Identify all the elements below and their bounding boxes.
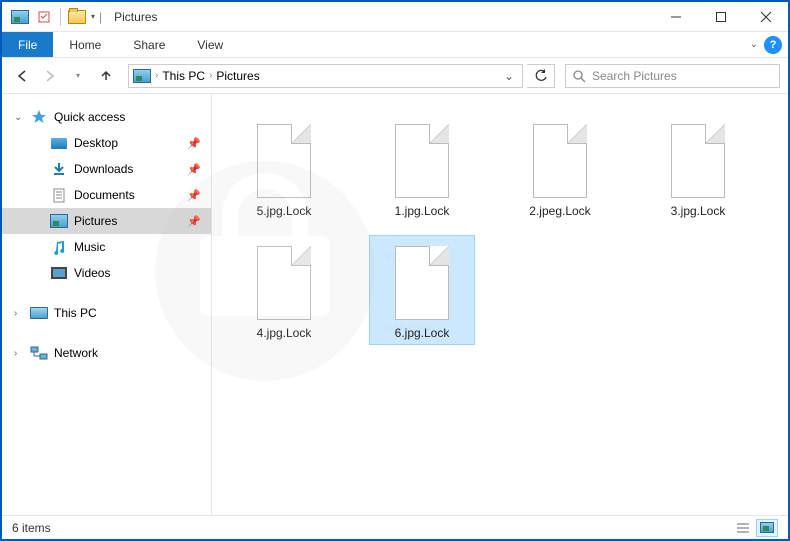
sidebar-item-label: Music [74,240,105,254]
sidebar-item-pictures[interactable]: Pictures 📌 [2,208,211,234]
file-icon [387,240,457,320]
address-dropdown-icon[interactable]: ⌄ [500,69,518,83]
search-icon [572,69,586,83]
pin-icon: 📌 [187,163,201,176]
quick-access-toolbar: ▾ [2,2,95,31]
file-name: 1.jpg.Lock [395,204,450,218]
breadcrumb-this-pc[interactable]: This PC [162,69,205,83]
up-button[interactable] [94,64,118,88]
tab-share[interactable]: Share [117,32,181,57]
address-bar[interactable]: › This PC › Pictures ⌄ [128,64,523,88]
file-name: 2.jpeg.Lock [529,204,590,218]
chevron-down-icon[interactable]: ⌄ [14,112,22,123]
minimize-button[interactable] [653,2,698,31]
sidebar-item-music[interactable]: Music [2,234,211,260]
pictures-icon [50,213,68,229]
file-item[interactable]: 5.jpg.Lock [232,114,336,222]
sidebar-item-label: Quick access [54,110,125,124]
titlebar: ▾ | Pictures [2,2,788,32]
ribbon-expand-icon[interactable]: ⌄ [750,39,758,50]
pin-icon: 📌 [187,137,201,150]
music-icon [50,239,68,255]
chevron-right-icon[interactable]: › [14,308,17,319]
search-placeholder: Search Pictures [592,69,677,83]
sidebar-this-pc[interactable]: › This PC [2,300,211,326]
chevron-right-icon[interactable]: › [209,70,212,81]
item-count: 6 items [12,521,51,535]
maximize-button[interactable] [698,2,743,31]
file-name: 3.jpg.Lock [671,204,726,218]
file-icon [249,118,319,198]
file-item[interactable]: 3.jpg.Lock [646,114,750,222]
star-icon [30,109,48,125]
explorer-window: PC risk.com ▾ | Pictures File Home Share [2,2,788,539]
qat-customize-icon[interactable]: ▾ [91,12,95,21]
sidebar-item-videos[interactable]: Videos [2,260,211,286]
desktop-icon [50,135,68,151]
window-controls [653,2,788,31]
file-icon [525,118,595,198]
sidebar-quick-access[interactable]: ⌄ Quick access [2,104,211,130]
chevron-right-icon[interactable]: › [14,348,17,359]
pin-icon: 📌 [187,215,201,228]
chevron-right-icon[interactable]: › [155,70,158,81]
network-icon [30,345,48,361]
close-button[interactable] [743,2,788,31]
file-list[interactable]: 5.jpg.Lock 1.jpg.Lock 2.jpeg.Lock 3.jpg.… [212,94,788,515]
downloads-icon [50,161,68,177]
sidebar-item-label: Pictures [74,214,117,228]
navigation-pane: ⌄ Quick access Desktop 📌 Downloads 📌 Doc [2,94,212,515]
file-name: 4.jpg.Lock [257,326,312,340]
title-separator: | [99,10,102,24]
file-item[interactable]: 1.jpg.Lock [370,114,474,222]
navigation-bar: ▾ › This PC › Pictures ⌄ Search Pictures [2,58,788,94]
ribbon: File Home Share View ⌄ ? [2,32,788,58]
file-item[interactable]: 4.jpg.Lock [232,236,336,344]
file-item[interactable]: 2.jpeg.Lock [508,114,612,222]
sidebar-item-downloads[interactable]: Downloads 📌 [2,156,211,182]
qat-separator [60,8,61,26]
breadcrumb-pictures[interactable]: Pictures [216,69,259,83]
file-icon [387,118,457,198]
sidebar-item-label: Network [54,346,98,360]
pin-icon: 📌 [187,189,201,202]
sidebar-network[interactable]: › Network [2,340,211,366]
tab-view[interactable]: View [181,32,239,57]
thumbnails-view-button[interactable] [756,519,778,537]
tab-home[interactable]: Home [53,32,117,57]
qat-properties[interactable] [32,5,56,29]
file-name: 5.jpg.Lock [257,204,312,218]
window-title: Pictures [114,10,157,24]
help-button[interactable]: ? [764,36,782,54]
file-name: 6.jpg.Lock [395,326,450,340]
recent-locations-button[interactable]: ▾ [66,64,90,88]
documents-icon [50,187,68,203]
sidebar-item-label: Documents [74,188,135,202]
back-button[interactable] [10,64,34,88]
file-icon [663,118,733,198]
file-icon [249,240,319,320]
file-tab[interactable]: File [2,32,53,57]
details-view-button[interactable] [732,519,754,537]
app-icon[interactable] [8,5,32,29]
sidebar-item-label: Desktop [74,136,118,150]
sidebar-item-label: Videos [74,266,110,280]
forward-button[interactable] [38,64,62,88]
pc-icon [30,305,48,321]
sidebar-item-documents[interactable]: Documents 📌 [2,182,211,208]
status-bar: 6 items [2,515,788,539]
sidebar-item-label: This PC [54,306,97,320]
qat-new-folder[interactable] [65,5,89,29]
body: ⌄ Quick access Desktop 📌 Downloads 📌 Doc [2,94,788,515]
search-box[interactable]: Search Pictures [565,64,780,88]
refresh-button[interactable] [527,64,555,88]
location-icon [133,69,151,83]
sidebar-item-label: Downloads [74,162,133,176]
file-item[interactable]: 6.jpg.Lock [370,236,474,344]
videos-icon [50,265,68,281]
sidebar-item-desktop[interactable]: Desktop 📌 [2,130,211,156]
